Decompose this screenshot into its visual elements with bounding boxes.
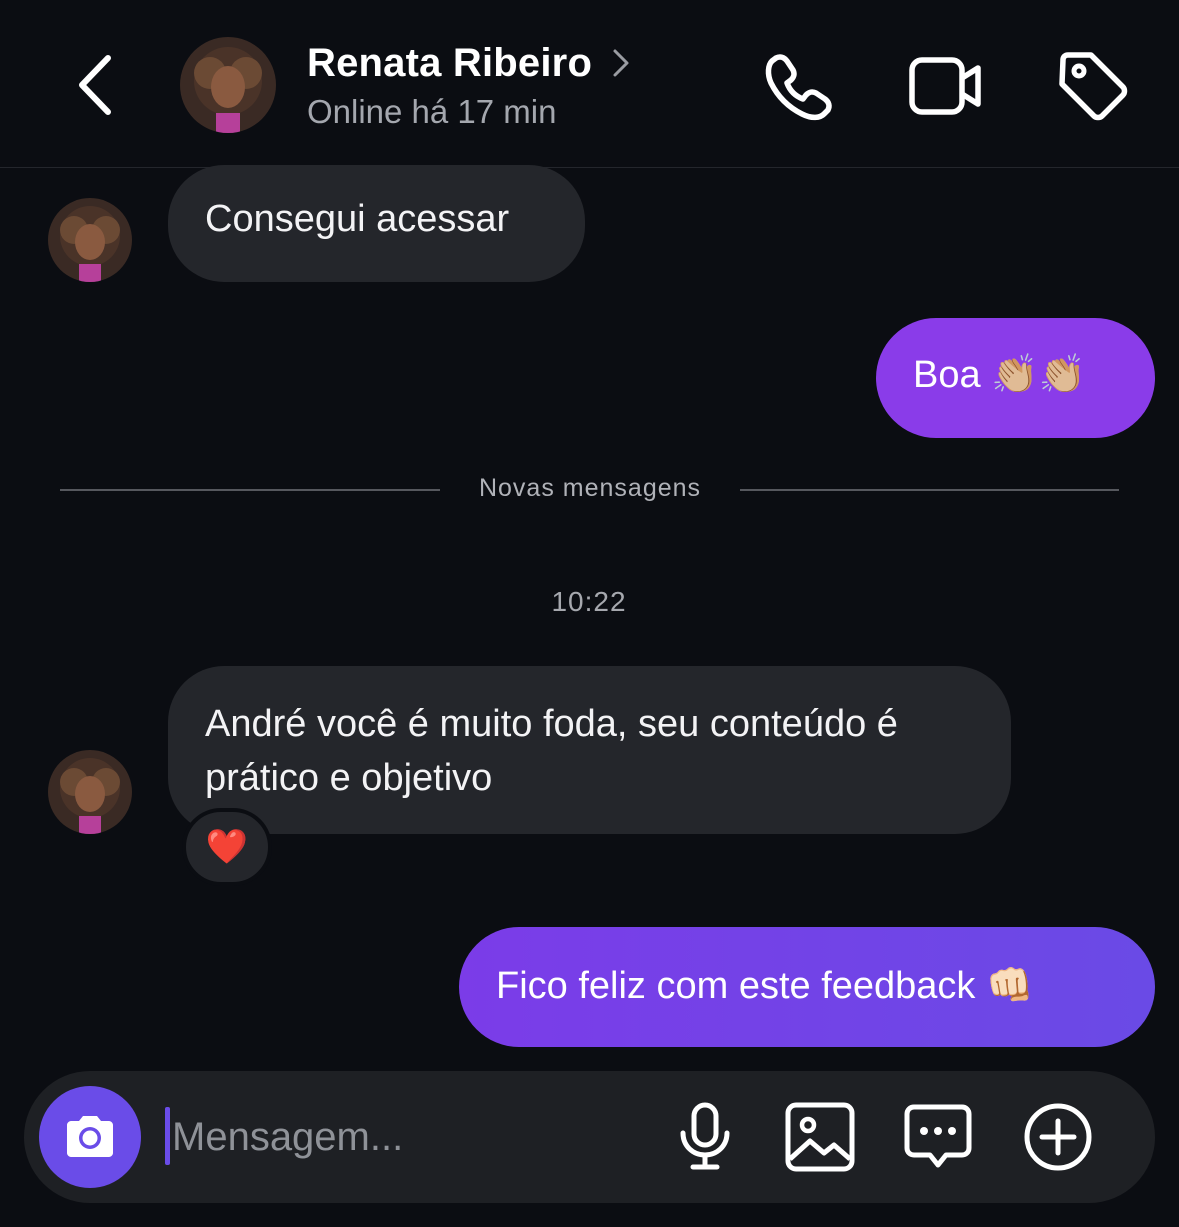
gallery-button[interactable] <box>784 1101 856 1173</box>
contact-avatar[interactable] <box>180 37 276 133</box>
call-button[interactable] <box>762 50 834 122</box>
message-bubble-outgoing[interactable]: Boa 👏🏼👏🏼 <box>876 318 1155 438</box>
chat-bubble-icon <box>904 1104 972 1168</box>
message-text: Consegui acessar <box>205 198 510 240</box>
message-reaction[interactable]: ❤️ <box>182 808 272 886</box>
camera-icon <box>67 1116 113 1157</box>
tag-icon <box>1059 52 1128 121</box>
video-camera-icon <box>909 57 981 115</box>
back-button[interactable] <box>70 50 120 120</box>
microphone-icon <box>680 1102 730 1170</box>
message-bubble-incoming[interactable]: André você é muito foda, seu conteúdo é … <box>168 666 1011 834</box>
chevron-right-icon <box>613 49 629 77</box>
message-composer <box>24 1071 1155 1203</box>
microphone-button[interactable] <box>669 1101 741 1173</box>
message-text: André você é muito foda, seu conteúdo é … <box>205 703 898 799</box>
chat-header: Renata Ribeiro Online há 17 min <box>0 0 1179 168</box>
heart-reaction-icon: ❤️ <box>205 828 249 866</box>
message-timestamp: 10:22 <box>551 586 627 617</box>
tag-button[interactable] <box>1057 50 1129 122</box>
divider-line-left <box>60 489 440 491</box>
message-text: Fico feliz com este feedback 👊🏻 <box>496 965 1034 1007</box>
sender-avatar[interactable] <box>48 750 132 834</box>
image-icon <box>785 1102 855 1172</box>
chat-screen: Renata Ribeiro Online há 17 min Consegui… <box>0 0 1179 1227</box>
message-text: Boa 👏🏼👏🏼 <box>913 354 1086 396</box>
message-input[interactable] <box>170 1101 644 1173</box>
divider-line-right <box>740 489 1119 491</box>
plus-circle-icon <box>1024 1103 1092 1171</box>
new-messages-divider: Novas mensagens <box>478 474 702 502</box>
message-bubble-incoming[interactable]: Consegui acessar <box>168 165 585 282</box>
sender-avatar[interactable] <box>48 198 132 282</box>
message-bubble-outgoing[interactable]: Fico feliz com este feedback 👊🏻 <box>459 927 1155 1047</box>
phone-icon <box>765 54 832 121</box>
add-button[interactable] <box>1022 1101 1094 1173</box>
chat-button[interactable] <box>902 1101 974 1173</box>
chevron-left-icon <box>79 55 111 115</box>
camera-button[interactable] <box>39 1086 141 1188</box>
contact-name-row[interactable]: Renata Ribeiro <box>307 38 632 88</box>
video-call-button[interactable] <box>908 50 981 122</box>
contact-name: Renata Ribeiro <box>307 40 593 85</box>
contact-status: Online há 17 min <box>307 93 557 130</box>
